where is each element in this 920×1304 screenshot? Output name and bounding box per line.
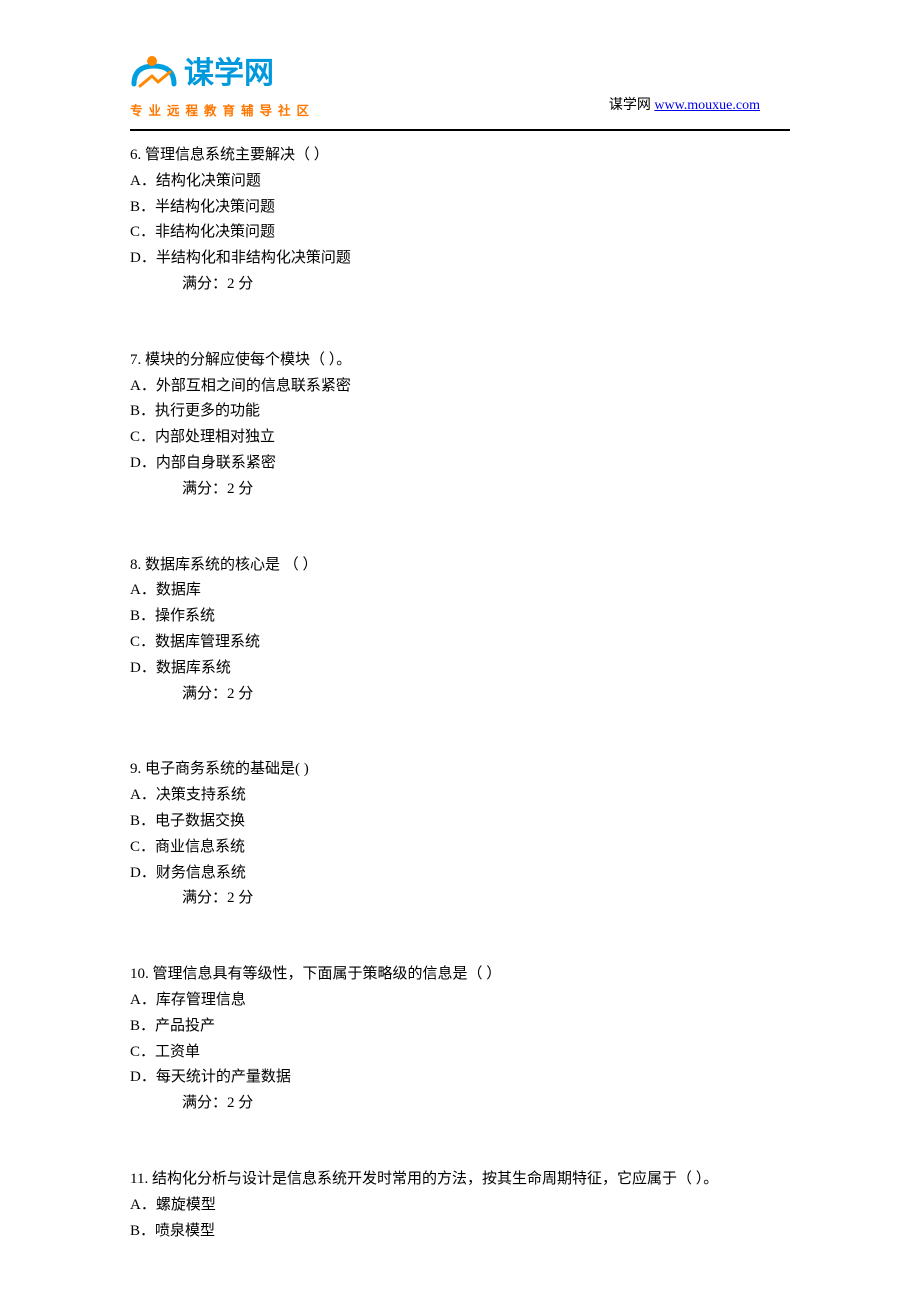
question-option: C．工资单: [130, 1040, 790, 1066]
question-option: B．电子数据交换: [130, 809, 790, 835]
question-10: 10. 管理信息具有等级性，下面属于策略级的信息是（ ） A．库存管理信息 B．…: [130, 962, 790, 1117]
question-8: 8. 数据库系统的核心是 （ ） A．数据库 B．操作系统 C．数据库管理系统 …: [130, 553, 790, 708]
header-site-link[interactable]: www.mouxue.com: [654, 98, 760, 113]
question-stem: 8. 数据库系统的核心是 （ ）: [130, 553, 790, 579]
question-option: D．半结构化和非结构化决策问题: [130, 246, 790, 272]
logo-icon: [130, 54, 178, 94]
question-stem: 6. 管理信息系统主要解决（ ）: [130, 143, 790, 169]
question-option: A．数据库: [130, 578, 790, 604]
question-stem: 9. 电子商务系统的基础是( ): [130, 757, 790, 783]
question-option: A．库存管理信息: [130, 988, 790, 1014]
question-option: C．内部处理相对独立: [130, 425, 790, 451]
question-option: B．半结构化决策问题: [130, 195, 790, 221]
question-stem: 10. 管理信息具有等级性，下面属于策略级的信息是（ ）: [130, 962, 790, 988]
question-6: 6. 管理信息系统主要解决（ ） A．结构化决策问题 B．半结构化决策问题 C．…: [130, 143, 790, 298]
question-option: B．操作系统: [130, 604, 790, 630]
question-score: 满分：2 分: [130, 1091, 790, 1117]
question-option: D．数据库系统: [130, 656, 790, 682]
question-option: D．财务信息系统: [130, 861, 790, 887]
document-page: 谋学网 专业远程教育辅导社区 谋学网 www.mouxue.com 6. 管理信…: [0, 0, 920, 1304]
logo-text-container: 谋学网: [184, 50, 274, 98]
question-option: A．决策支持系统: [130, 783, 790, 809]
question-score: 满分：2 分: [130, 886, 790, 912]
logo-top-row: 谋学网: [130, 50, 274, 98]
header-divider: [130, 129, 790, 131]
logo-tagline: 专业远程教育辅导社区: [130, 101, 315, 121]
logo-brand-name: 谋学网: [184, 50, 274, 98]
header-right-link-block: 谋学网 www.mouxue.com: [609, 95, 790, 121]
question-option: C．非结构化决策问题: [130, 220, 790, 246]
question-option: B．执行更多的功能: [130, 399, 790, 425]
question-11: 11. 结构化分析与设计是信息系统开发时常用的方法，按其生命周期特征，它应属于（…: [130, 1167, 790, 1244]
question-7: 7. 模块的分解应使每个模块（ ）。 A．外部互相之间的信息联系紧密 B．执行更…: [130, 348, 790, 503]
question-option: C．数据库管理系统: [130, 630, 790, 656]
question-option: D．内部自身联系紧密: [130, 451, 790, 477]
question-option: A．螺旋模型: [130, 1193, 790, 1219]
question-9: 9. 电子商务系统的基础是( ) A．决策支持系统 B．电子数据交换 C．商业信…: [130, 757, 790, 912]
logo-block: 谋学网 专业远程教育辅导社区: [130, 50, 315, 121]
header-right-prefix: 谋学网: [609, 98, 655, 113]
question-option: D．每天统计的产量数据: [130, 1065, 790, 1091]
question-option: B．产品投产: [130, 1014, 790, 1040]
question-score: 满分：2 分: [130, 682, 790, 708]
page-header: 谋学网 专业远程教育辅导社区 谋学网 www.mouxue.com: [130, 50, 790, 121]
question-option: B．喷泉模型: [130, 1219, 790, 1245]
question-stem: 7. 模块的分解应使每个模块（ ）。: [130, 348, 790, 374]
question-option: A．结构化决策问题: [130, 169, 790, 195]
question-score: 满分：2 分: [130, 477, 790, 503]
question-option: A．外部互相之间的信息联系紧密: [130, 374, 790, 400]
question-option: C．商业信息系统: [130, 835, 790, 861]
question-stem: 11. 结构化分析与设计是信息系统开发时常用的方法，按其生命周期特征，它应属于（…: [130, 1167, 790, 1193]
question-score: 满分：2 分: [130, 272, 790, 298]
